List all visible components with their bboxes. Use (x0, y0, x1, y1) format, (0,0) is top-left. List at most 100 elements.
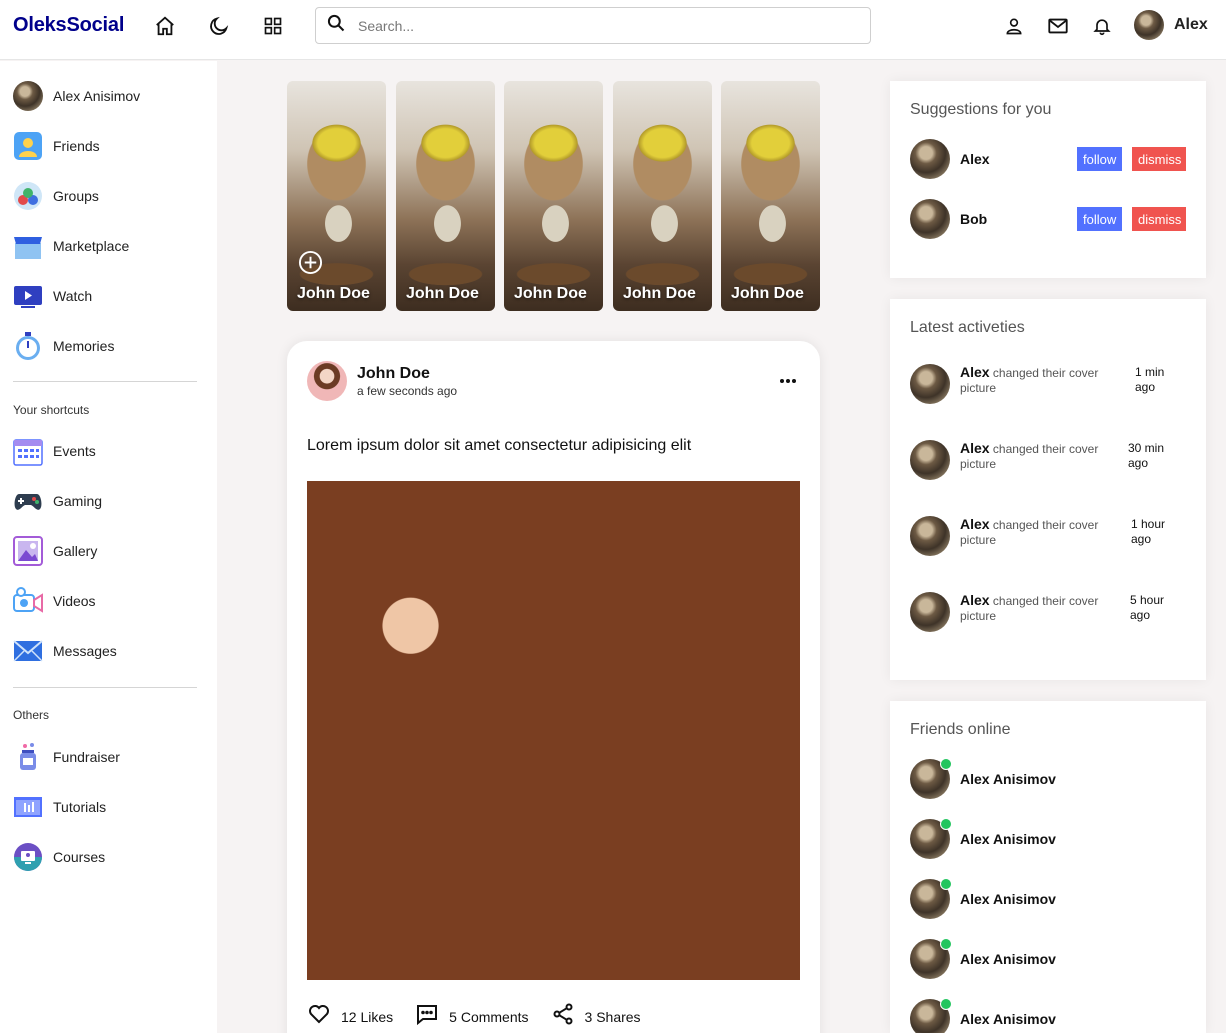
activity-user[interactable]: Alex (960, 592, 990, 608)
avatar[interactable] (910, 139, 950, 179)
friend-name: Alex Anisimov (960, 951, 1056, 967)
story-card-add[interactable]: John Doe (287, 81, 386, 311)
comment-button[interactable]: 5 Comments (415, 1002, 529, 1031)
avatar (1134, 10, 1164, 40)
avatar[interactable] (910, 440, 950, 480)
sidebar-item-label: Messages (53, 643, 117, 659)
sidebar-item-marketplace[interactable]: Marketplace (13, 231, 129, 261)
fundraiser-jar-icon (13, 742, 43, 772)
follow-button[interactable]: follow (1077, 147, 1122, 171)
activity-time: 1 min ago (1135, 365, 1165, 394)
friend-name: Alex Anisimov (960, 771, 1056, 787)
user-menu[interactable]: Alex (1134, 10, 1208, 40)
post-image[interactable] (307, 481, 800, 980)
sidebar-item-label: Courses (53, 849, 106, 865)
story-card[interactable]: John Doe (721, 81, 820, 311)
person-icon[interactable] (1002, 14, 1026, 38)
activity-time: 1 hour ago (1131, 517, 1166, 546)
friend-name: Alex Anisimov (960, 891, 1056, 907)
sidebar-item-gaming[interactable]: Gaming (13, 486, 102, 516)
suggestion-row: Bob follow dismiss (910, 199, 1186, 239)
app-logo[interactable]: OleksSocial (13, 14, 124, 37)
post-card: John Doe a few seconds ago Lorem ipsum d… (287, 341, 820, 1033)
sidebar-item-watch[interactable]: Watch (13, 281, 92, 311)
dismiss-button[interactable]: dismiss (1132, 207, 1186, 231)
online-status-dot (940, 878, 952, 890)
image-icon (13, 536, 43, 566)
suggestion-name[interactable]: Bob (960, 211, 1077, 227)
sidebar-item-gallery[interactable]: Gallery (13, 536, 97, 566)
story-card[interactable]: John Doe (613, 81, 712, 311)
follow-button[interactable]: follow (1077, 207, 1122, 231)
friend-online-row[interactable]: Alex Anisimov (910, 998, 1056, 1033)
friends-icon (13, 131, 43, 161)
avatar[interactable] (910, 516, 950, 556)
add-story-icon[interactable] (298, 250, 323, 275)
share-button[interactable]: 3 Shares (551, 1002, 641, 1031)
watch-icon (13, 281, 43, 311)
avatar[interactable] (910, 364, 950, 404)
friend-name: Alex Anisimov (960, 831, 1056, 847)
card-title: Suggestions for you (910, 101, 1052, 118)
heart-icon (307, 1002, 331, 1031)
sidebar-item-label: Tutorials (53, 799, 107, 815)
online-status-dot (940, 998, 952, 1010)
marketplace-icon (13, 231, 43, 261)
activities-card: Latest activeties Alex changed their cov… (890, 299, 1206, 680)
bell-icon[interactable] (1090, 14, 1114, 38)
dismiss-button[interactable]: dismiss (1132, 147, 1186, 171)
suggestion-name[interactable]: Alex (960, 151, 1077, 167)
post-author-name[interactable]: John Doe (357, 365, 430, 383)
friend-online-row[interactable]: Alex Anisimov (910, 758, 1056, 799)
story-card[interactable]: John Doe (396, 81, 495, 311)
sidebar-item-profile[interactable]: Alex Anisimov (13, 81, 140, 111)
sidebar-item-label: Videos (53, 593, 96, 609)
activity-text: Alex changed their cover picture (960, 593, 1120, 624)
activity-row: Alex changed their cover picture 1 hour … (910, 515, 1186, 557)
activity-user[interactable]: Alex (960, 364, 990, 380)
comments-count: 5 Comments (449, 1008, 529, 1025)
sidebar-item-tutorials[interactable]: Tutorials (13, 792, 106, 822)
mail-icon[interactable] (1046, 14, 1070, 38)
sidebar-item-friends[interactable]: Friends (13, 131, 100, 161)
dark-mode-icon[interactable] (207, 14, 231, 38)
sidebar-item-courses[interactable]: Courses (13, 842, 105, 872)
sidebar-item-events[interactable]: Events (13, 436, 96, 466)
activity-user[interactable]: Alex (960, 440, 990, 456)
avatar[interactable] (910, 592, 950, 632)
activity-user[interactable]: Alex (960, 516, 990, 532)
gamepad-icon (13, 486, 43, 516)
avatar[interactable] (910, 199, 950, 239)
activity-row: Alex changed their cover picture 5 hour … (910, 591, 1186, 633)
avatar (910, 938, 952, 979)
search-input[interactable] (358, 17, 838, 34)
apps-grid-icon[interactable] (261, 14, 285, 38)
avatar (910, 818, 952, 859)
post-author-avatar[interactable] (307, 361, 347, 401)
story-name: John Doe (297, 285, 370, 302)
sidebar-item-memories[interactable]: Memories (13, 331, 114, 361)
activity-text: Alex changed their cover picture (960, 441, 1120, 472)
friend-online-row[interactable]: Alex Anisimov (910, 878, 1056, 919)
sidebar-item-groups[interactable]: Groups (13, 181, 99, 211)
home-icon[interactable] (153, 14, 177, 38)
shares-count: 3 Shares (584, 1008, 641, 1025)
post-text: Lorem ipsum dolor sit amet consectetur a… (307, 437, 692, 454)
suggestions-card: Suggestions for you Alex follow dismiss … (890, 81, 1206, 278)
sidebar-item-label: Marketplace (53, 238, 130, 254)
sidebar-item-label: Events (53, 443, 96, 459)
like-button[interactable]: 12 Likes (307, 1002, 393, 1031)
friend-online-row[interactable]: Alex Anisimov (910, 818, 1056, 859)
envelope-icon (13, 636, 43, 666)
sidebar-item-messages[interactable]: Messages (13, 636, 117, 666)
sidebar-item-fundraiser[interactable]: Fundraiser (13, 742, 120, 772)
search-icon (326, 13, 346, 38)
friend-online-row[interactable]: Alex Anisimov (910, 938, 1056, 979)
activity-time: 5 hour ago (1130, 593, 1165, 622)
avatar (910, 878, 952, 919)
sidebar-item-videos[interactable]: Videos (13, 586, 96, 616)
story-card[interactable]: John Doe (504, 81, 603, 311)
sidebar-item-label: Groups (53, 188, 99, 204)
more-options-icon[interactable] (778, 371, 798, 391)
search-bar[interactable] (315, 7, 871, 44)
